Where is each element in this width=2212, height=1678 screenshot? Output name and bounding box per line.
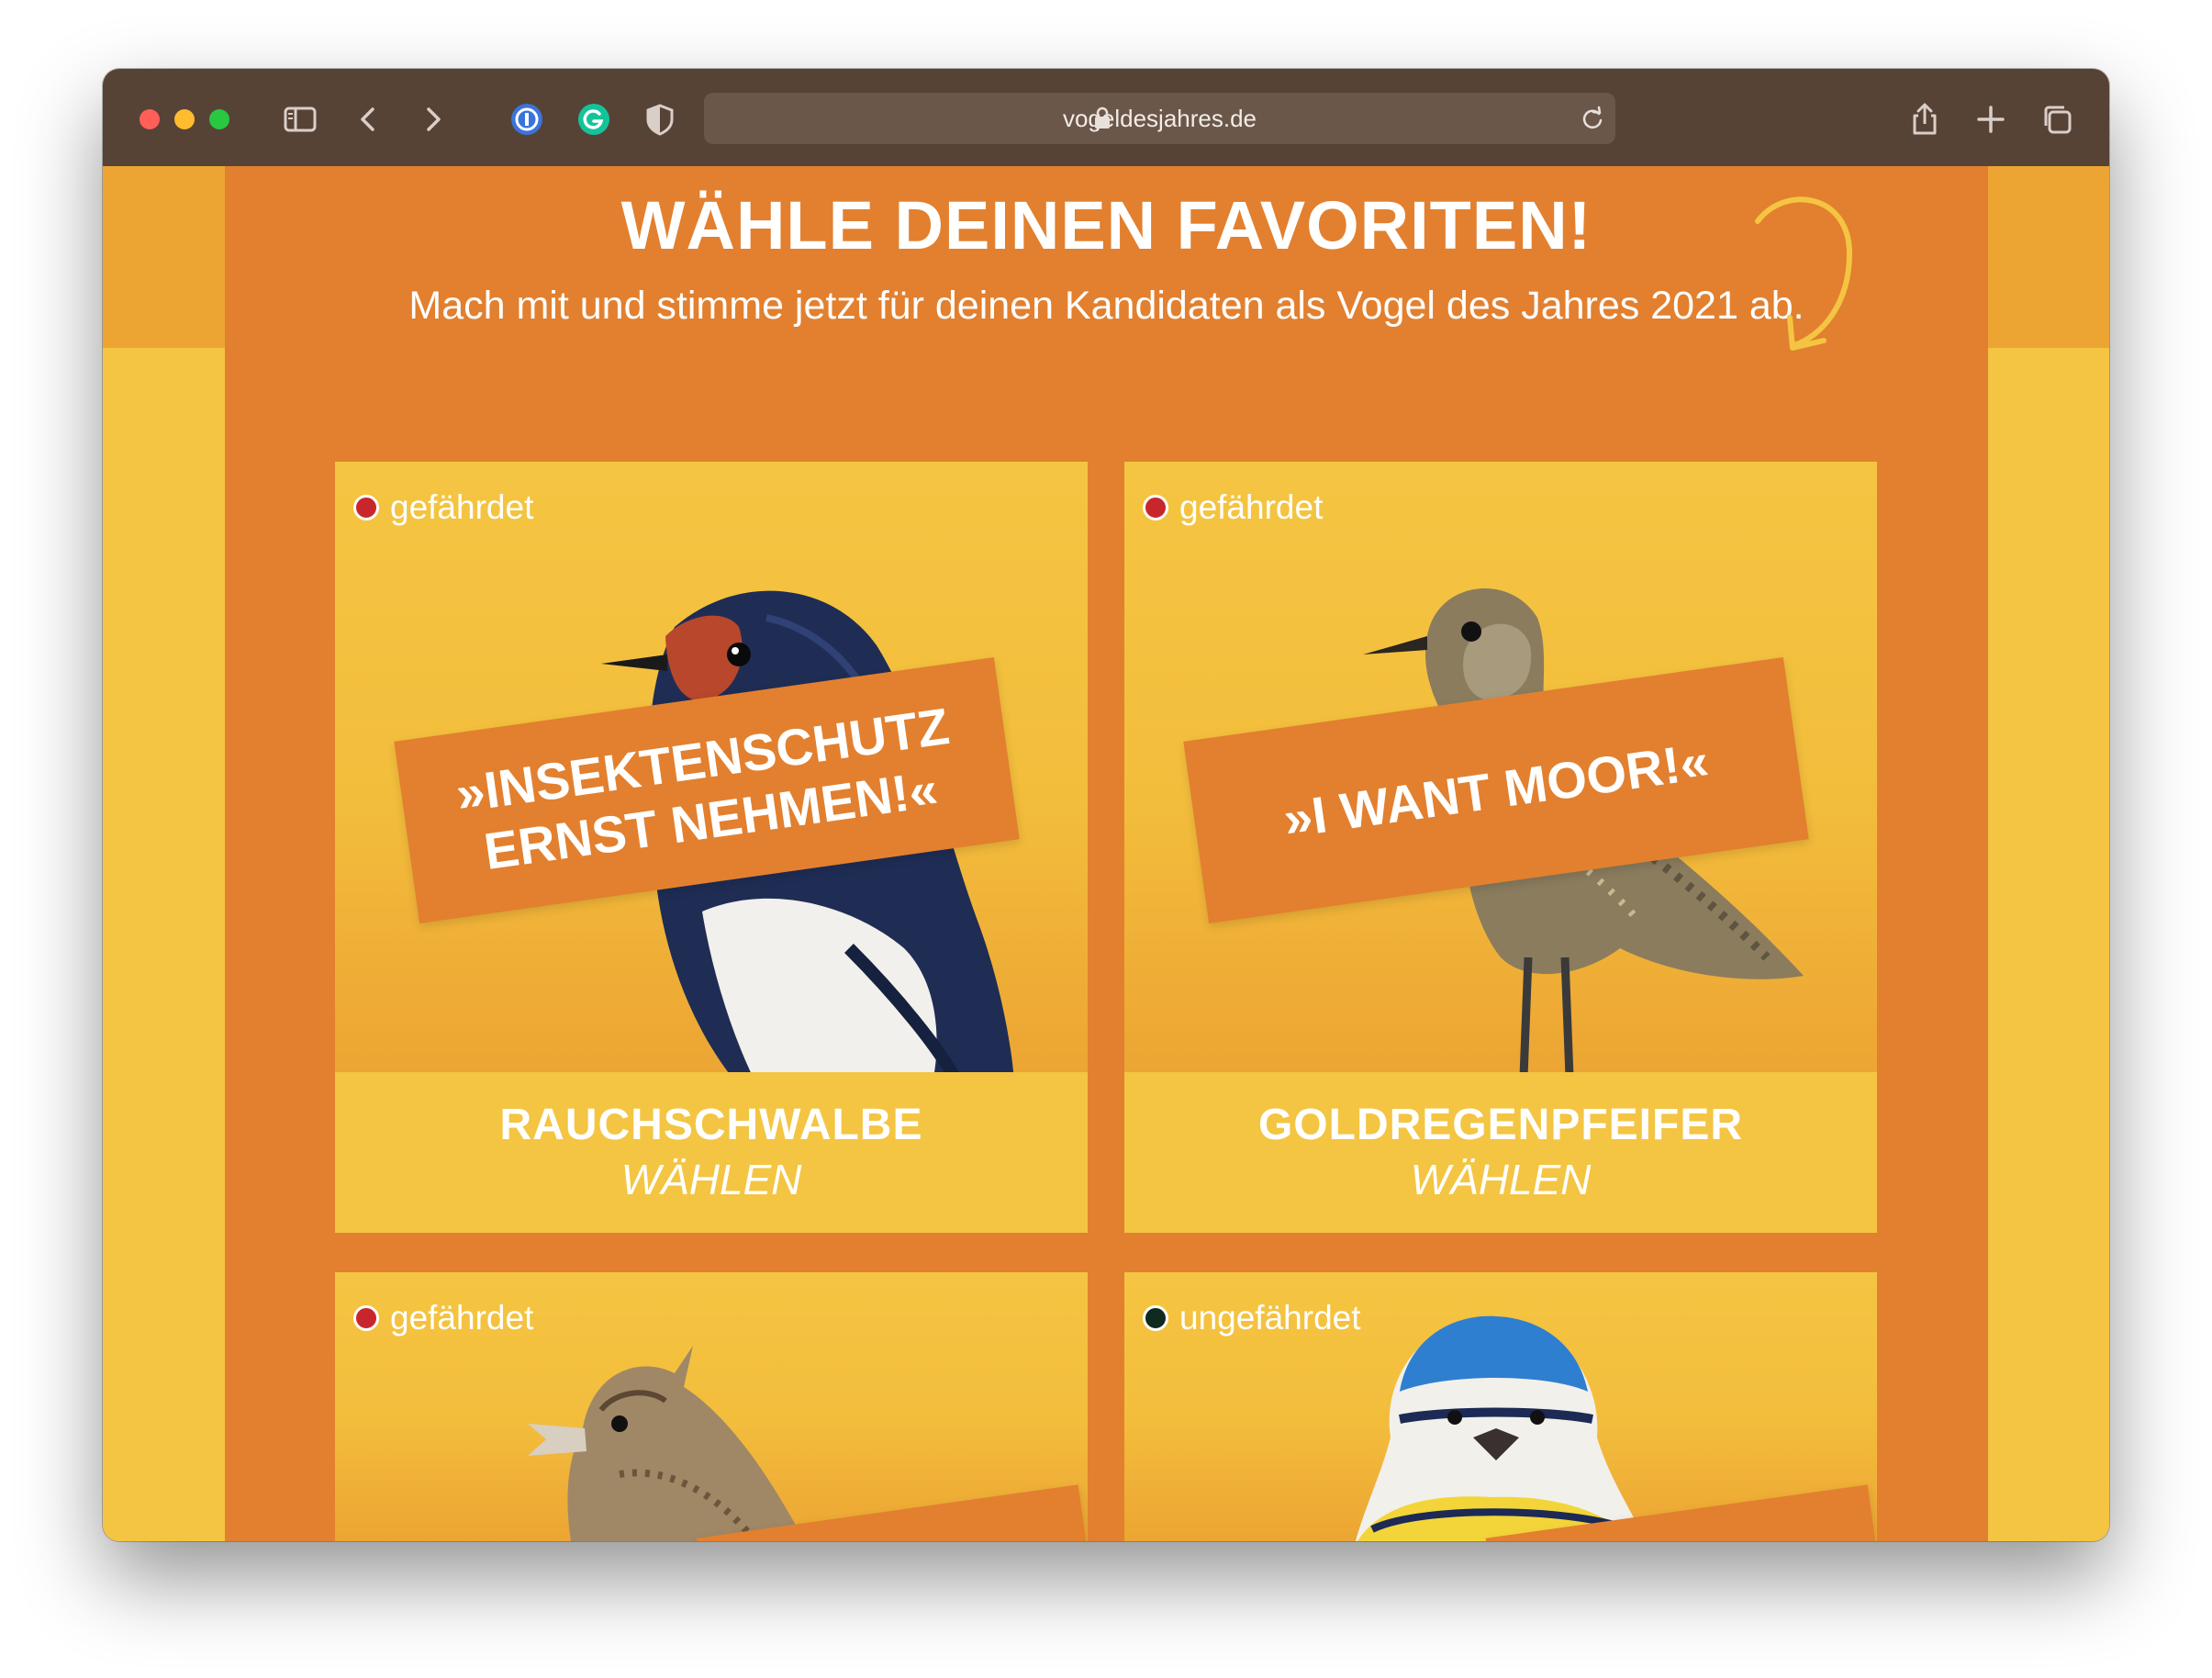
status-badge: gefährdet xyxy=(353,1299,534,1337)
tabs-overview-icon[interactable] xyxy=(2035,96,2081,142)
browser-window: vogeldesjahres.de WÄHLE DEINEN FAVORITEN… xyxy=(103,69,2109,1541)
browser-toolbar: vogeldesjahres.de xyxy=(103,69,2109,167)
candidate-name-area[interactable]: GOLDREGENPFEIFER WÄHLEN xyxy=(1124,1072,1877,1233)
web-page: WÄHLE DEINEN FAVORITEN! Mach mit und sti… xyxy=(103,166,2109,1541)
blue-tit-bird-image xyxy=(1335,1300,1666,1541)
candidate-image-area: ungefährdet xyxy=(1124,1272,1877,1541)
vote-link[interactable]: WÄHLEN xyxy=(335,1155,1088,1204)
endangered-dot-icon xyxy=(353,495,379,520)
share-icon[interactable] xyxy=(1902,96,1948,142)
curved-arrow-icon xyxy=(1739,185,1868,359)
vote-link[interactable]: WÄHLEN xyxy=(1124,1155,1877,1204)
reload-icon[interactable] xyxy=(1579,105,1606,132)
endangered-dot-icon xyxy=(1143,495,1168,520)
sidebar-icon[interactable] xyxy=(277,96,323,142)
page-title: WÄHLE DEINEN FAVORITEN! xyxy=(620,187,1592,263)
shield-icon[interactable] xyxy=(637,96,683,142)
candidate-image-area: gefährdet xyxy=(1124,462,1877,1072)
page-subtitle: Mach mit und stimme jetzt für deinen Kan… xyxy=(408,284,1804,328)
candidate-card-rauchschwalbe[interactable]: gefährdet »INSEKTENSCHUTZ ERNST NEHMEN!«… xyxy=(335,462,1088,1233)
endangered-dot-icon xyxy=(353,1305,379,1331)
not-endangered-dot-icon xyxy=(1143,1305,1168,1331)
voting-panel: WÄHLE DEINEN FAVORITEN! Mach mit und sti… xyxy=(225,166,1988,1541)
skylark-bird-image xyxy=(509,1337,840,1541)
url-text: vogeldesjahres.de xyxy=(1062,105,1257,132)
candidate-card-goldregenpfeifer[interactable]: gefährdet »I WANT MOOR!« GOLDREGENPFEIFE… xyxy=(1124,462,1877,1233)
address-bar[interactable]: vogeldesjahres.de xyxy=(704,93,1615,144)
minimize-window-button[interactable] xyxy=(174,109,195,129)
forward-icon[interactable] xyxy=(409,96,455,142)
status-label: ungefährdet xyxy=(1179,1299,1361,1337)
candidate-name: GOLDREGENPFEIFER xyxy=(1257,1101,1744,1149)
password-manager-icon[interactable] xyxy=(504,96,550,142)
candidate-card-3[interactable]: gefährdet xyxy=(335,1272,1088,1541)
candidate-name: RAUCHSCHWALBE xyxy=(499,1101,923,1149)
candidate-image-area: gefährdet xyxy=(335,462,1088,1072)
candidate-image-area: gefährdet xyxy=(335,1272,1088,1541)
status-label: gefährdet xyxy=(390,1299,534,1337)
new-tab-icon[interactable] xyxy=(1968,96,2014,142)
candidate-name-area[interactable]: RAUCHSCHWALBE WÄHLEN xyxy=(335,1072,1088,1233)
status-badge: ungefährdet xyxy=(1143,1299,1361,1337)
close-window-button[interactable] xyxy=(140,109,160,129)
lock-icon xyxy=(1093,106,1112,130)
background-band-right xyxy=(1987,166,2109,348)
back-icon[interactable] xyxy=(346,96,392,142)
candidate-card-4[interactable]: ungefährdet xyxy=(1124,1272,1877,1541)
background-band-left xyxy=(103,166,225,348)
zoom-window-button[interactable] xyxy=(209,109,229,129)
grammarly-icon[interactable] xyxy=(571,96,617,142)
